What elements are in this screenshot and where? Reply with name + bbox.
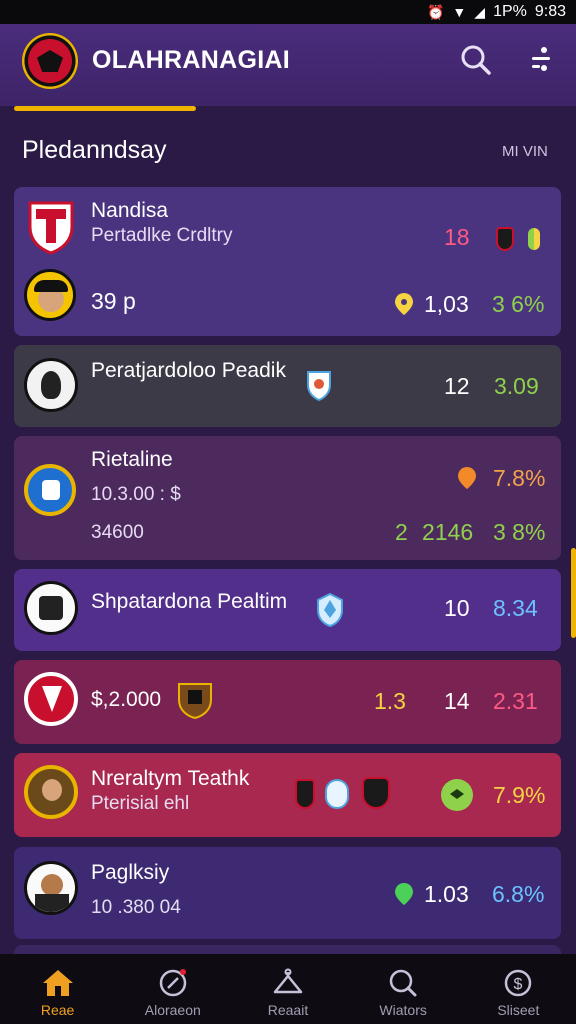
ball-icon xyxy=(441,779,473,811)
list-card[interactable]: $,2.000 1.3 14 2.31 xyxy=(14,660,561,744)
card-subtitle: 10.3.00 : $ xyxy=(91,484,181,505)
shield-icon xyxy=(178,683,212,720)
nav-item-sheet[interactable]: $ Sliseet xyxy=(461,954,576,1024)
card-subtitle: 10 .380 04 xyxy=(91,897,181,918)
more-menu-icon[interactable] xyxy=(522,42,558,78)
nav-item-home[interactable]: Reae xyxy=(0,954,115,1024)
nav-label: Reaait xyxy=(267,1002,309,1018)
card-title: Rietaline xyxy=(91,448,173,471)
avatar xyxy=(24,269,76,321)
card-stat: 10 xyxy=(444,595,470,621)
card-stat: 3.09 xyxy=(494,373,539,399)
club-crest-icon xyxy=(24,358,78,412)
section-title: Pledanndsay xyxy=(22,136,167,164)
location-pin-icon xyxy=(395,883,413,905)
card-stat: 39 p xyxy=(91,288,136,314)
shield-icon xyxy=(307,371,331,401)
card-stat: 8.34 xyxy=(493,595,538,621)
card-title: Peratjardoloo Peadik xyxy=(91,359,286,382)
card-percent: 3 8% xyxy=(493,519,546,545)
nav-item-search[interactable]: Wiators xyxy=(346,954,461,1024)
battery-text: 1P% xyxy=(493,3,527,20)
card-stat: 1.03 xyxy=(424,881,469,907)
status-bar: ⏰ ▼ ◢ 1P% 9:83 xyxy=(0,0,576,24)
card-title: Nreraltym Teathk xyxy=(91,767,250,790)
card-title: Nandisa xyxy=(91,199,169,222)
club-crest-icon xyxy=(28,201,74,255)
location-pin-icon xyxy=(395,293,413,315)
card-subtitle: Pterisial ehl xyxy=(91,793,190,814)
list-card[interactable]: Rietaline 10.3.00 : $ 7.8% 34600 2 2146 … xyxy=(14,436,561,560)
dollar-icon: $ xyxy=(505,969,532,997)
search-icon xyxy=(389,969,417,997)
list-card-peek xyxy=(14,945,561,954)
card-stat: 34600 xyxy=(91,522,144,543)
avatar xyxy=(24,765,78,819)
card-stat: 1.3 xyxy=(374,688,406,714)
svg-text:$: $ xyxy=(514,976,523,993)
card-percent: 7.9% xyxy=(493,782,546,808)
home-icon xyxy=(42,970,73,996)
alarm-icon: ⏰ xyxy=(426,3,445,20)
app-bar: OLAHRANAGIAI xyxy=(0,24,576,106)
location-pin-icon xyxy=(458,467,476,489)
card-title: $,2.000 xyxy=(91,688,162,711)
card-subtitle: Pertadlke Crdltry xyxy=(91,225,233,246)
card-percent: 3 6% xyxy=(492,291,545,317)
club-crest-icon xyxy=(24,464,76,516)
team-badge-icon xyxy=(362,777,390,809)
team-badge-icon xyxy=(496,227,514,251)
bottom-nav: Reae Aloraeon Reaait Wiators $ Sliseet xyxy=(0,954,576,1024)
nav-item-results[interactable]: Reaait xyxy=(230,954,345,1024)
list-card[interactable]: Paglksiy 10 .380 04 1.03 6.8% xyxy=(14,847,561,939)
nav-label: Reae xyxy=(40,1002,75,1018)
list-card[interactable]: Nandisa Pertadlke Crdltry 18 39 p 1,03 3… xyxy=(14,187,561,336)
nav-label: Sliseet xyxy=(497,1002,540,1018)
card-score: 18 xyxy=(444,224,470,250)
club-crest-icon xyxy=(24,672,78,726)
nav-label: Wiators xyxy=(379,1002,427,1018)
app-title: OLAHRANAGIAI xyxy=(92,46,291,74)
club-logo[interactable] xyxy=(22,33,78,89)
card-stat: 12 xyxy=(444,373,470,399)
wifi-icon: ▼ xyxy=(452,4,467,20)
team-badge-icon xyxy=(325,779,349,809)
card-stat: 2.31 xyxy=(493,688,538,714)
card-stat: 14 xyxy=(444,688,470,714)
team-badge-icon xyxy=(528,228,540,250)
scrollbar[interactable] xyxy=(571,548,576,638)
card-percent: 7.8% xyxy=(493,465,546,491)
team-badge-icon xyxy=(295,779,315,809)
card-stat: 1,03 xyxy=(424,291,469,317)
card-percent: 6.8% xyxy=(492,881,545,907)
card-stat: 2 xyxy=(395,519,408,545)
card-title: Paglksiy xyxy=(91,861,170,884)
clock: 9:83 xyxy=(534,3,566,20)
signal-icon: ◢ xyxy=(474,3,486,20)
list-card[interactable]: Nreraltym Teathk Pterisial ehl 7.9% xyxy=(14,753,561,837)
section-link[interactable]: MI VIN xyxy=(502,143,548,160)
list-card[interactable]: Peratjardoloo Peadik 12 3.09 xyxy=(14,345,561,427)
hanger-icon xyxy=(273,968,303,994)
nav-item-explore[interactable]: Aloraeon xyxy=(115,954,230,1024)
compass-icon xyxy=(159,969,187,997)
list-card[interactable]: Shpatardona Pealtim 10 8.34 xyxy=(14,569,561,651)
search-icon[interactable] xyxy=(458,42,494,78)
tab-indicator xyxy=(14,106,196,111)
nav-label: Aloraeon xyxy=(144,1002,201,1018)
club-crest-icon xyxy=(24,581,78,635)
card-title: Shpatardona Pealtim xyxy=(91,590,288,613)
shield-icon xyxy=(317,592,343,628)
card-stat: 2146 xyxy=(422,519,474,545)
avatar xyxy=(24,861,78,915)
